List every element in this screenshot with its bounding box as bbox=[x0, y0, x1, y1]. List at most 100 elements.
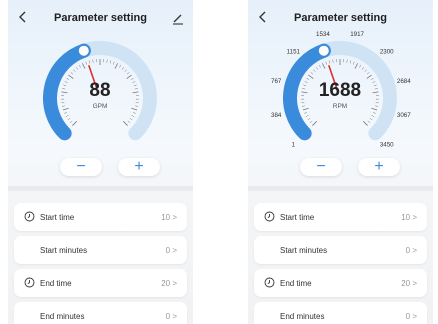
row-label: Start time bbox=[280, 213, 315, 222]
clock-icon bbox=[24, 277, 35, 288]
phone-screen-right: Parameter setting 1 384 767 1151 1534 1917 230… bbox=[248, 0, 433, 324]
gauge-tick bbox=[321, 63, 326, 69]
gauge-tick bbox=[301, 91, 308, 94]
row-end-time[interactable]: End time 20 > bbox=[14, 269, 187, 297]
clock-icon bbox=[264, 277, 275, 288]
page-title: Parameter setting bbox=[294, 12, 387, 24]
gauge-tick bbox=[359, 64, 362, 68]
gauge-tick bbox=[72, 121, 77, 126]
row-label: End time bbox=[280, 279, 312, 288]
gauge-tick bbox=[109, 60, 112, 64]
row-end-time[interactable]: End time 20 > bbox=[254, 269, 427, 297]
gauge-tick bbox=[303, 84, 307, 87]
gauge-tick bbox=[85, 61, 87, 65]
increase-button[interactable]: + bbox=[358, 158, 400, 176]
gauge-tick bbox=[372, 112, 376, 114]
gauge-tick bbox=[307, 118, 311, 121]
gauge-tick bbox=[313, 69, 316, 72]
header: Parameter setting bbox=[8, 8, 193, 28]
gauge-tick bbox=[78, 64, 81, 68]
row-value: 0 > bbox=[165, 312, 177, 321]
gauge-tick bbox=[309, 120, 313, 124]
row-label: End time bbox=[40, 279, 72, 288]
gauge-progress bbox=[43, 43, 91, 141]
gauge-tick bbox=[106, 59, 108, 63]
gauge-tick bbox=[65, 115, 69, 118]
gauge-tick bbox=[369, 118, 373, 121]
gauge-tick-label: 1 bbox=[292, 142, 296, 149]
gauge-tick bbox=[73, 69, 76, 72]
chevron-right-icon: > bbox=[172, 213, 177, 222]
gauge-tick bbox=[304, 112, 308, 114]
gauge-tick bbox=[62, 88, 66, 90]
gauge-tick bbox=[132, 112, 136, 114]
gauge-tick-label: 1151 bbox=[287, 48, 301, 55]
row-value: 20 > bbox=[401, 279, 417, 288]
gauge-tick bbox=[318, 64, 321, 68]
gauge-tick bbox=[325, 61, 327, 65]
decrease-button[interactable]: − bbox=[60, 158, 102, 176]
header: Parameter setting bbox=[248, 8, 433, 28]
gauge-tick bbox=[332, 59, 334, 63]
gauge-tick-label: 384 bbox=[271, 112, 282, 119]
chevron-right-icon: > bbox=[412, 279, 417, 288]
decrease-button[interactable]: − bbox=[300, 158, 342, 176]
speed-gauge[interactable]: 1 384 767 1151 1534 1917 2300 2684 3067 3450 1688… bbox=[248, 28, 433, 168]
row-label: Start minutes bbox=[280, 246, 328, 255]
gauge-tick bbox=[61, 91, 68, 94]
gauge-tick bbox=[371, 107, 378, 111]
gauge-tick bbox=[66, 77, 70, 80]
gauge-tick bbox=[129, 118, 133, 121]
page-title: Parameter setting bbox=[54, 12, 147, 24]
edit-icon[interactable] bbox=[171, 11, 185, 25]
increase-button[interactable]: + bbox=[118, 158, 160, 176]
gauge-tick bbox=[308, 74, 314, 79]
gauge-tick-label: 1534 bbox=[316, 31, 330, 38]
gauge-value: 1688 bbox=[319, 80, 361, 101]
row-start-minutes[interactable]: Start minutes 0 > bbox=[14, 236, 187, 264]
gauge-tick bbox=[130, 77, 134, 80]
divider bbox=[8, 186, 193, 191]
gauge-tick bbox=[372, 81, 376, 83]
row-label: Start time bbox=[40, 213, 75, 222]
gauge-tick-label: 767 bbox=[271, 78, 282, 85]
row-value: 10 > bbox=[161, 213, 177, 222]
clock-icon bbox=[24, 211, 35, 222]
gauge-tick bbox=[302, 107, 309, 111]
row-start-time[interactable]: Start time 10 > bbox=[14, 203, 187, 231]
gauge-tick bbox=[366, 74, 372, 79]
gauge-tick bbox=[131, 107, 138, 111]
gauge-tick bbox=[114, 63, 119, 69]
gauge-tick bbox=[64, 81, 68, 83]
gauge-tick bbox=[361, 67, 365, 70]
chevron-right-icon: > bbox=[412, 213, 417, 222]
divider bbox=[248, 186, 433, 191]
speed-gauge[interactable]: 88 GPM bbox=[8, 28, 193, 168]
gauge-tick bbox=[349, 60, 352, 64]
chevron-right-icon: > bbox=[412, 312, 417, 321]
gauge-tick bbox=[92, 59, 94, 63]
row-start-time[interactable]: Start time 10 > bbox=[254, 203, 427, 231]
row-value: 20 > bbox=[161, 279, 177, 288]
gauge-tick bbox=[354, 63, 359, 69]
gauge-tick bbox=[126, 74, 132, 79]
gauge-tick bbox=[135, 105, 139, 107]
gauge-tick bbox=[363, 121, 368, 126]
gauge-tick bbox=[304, 81, 308, 83]
gauge-tick bbox=[63, 84, 67, 87]
row-start-minutes[interactable]: Start minutes 0 > bbox=[254, 236, 427, 264]
gauge-tick bbox=[310, 72, 314, 75]
gauge-tick bbox=[119, 64, 122, 68]
row-label: End minutes bbox=[40, 312, 85, 321]
gauge-knob bbox=[316, 43, 331, 58]
row-end-minutes[interactable]: End minutes 0 > bbox=[254, 302, 427, 324]
gauge-tick bbox=[61, 105, 65, 107]
gauge-tick bbox=[367, 120, 371, 124]
gauge-tick bbox=[69, 120, 73, 124]
gauge-tick bbox=[306, 77, 310, 80]
phone-screen-left: Parameter setting 88 GPM − + Start time … bbox=[8, 0, 193, 324]
row-value: 10 > bbox=[401, 213, 417, 222]
row-end-minutes[interactable]: End minutes 0 > bbox=[14, 302, 187, 324]
gauge-tick bbox=[127, 120, 131, 124]
chevron-right-icon: > bbox=[412, 246, 417, 255]
